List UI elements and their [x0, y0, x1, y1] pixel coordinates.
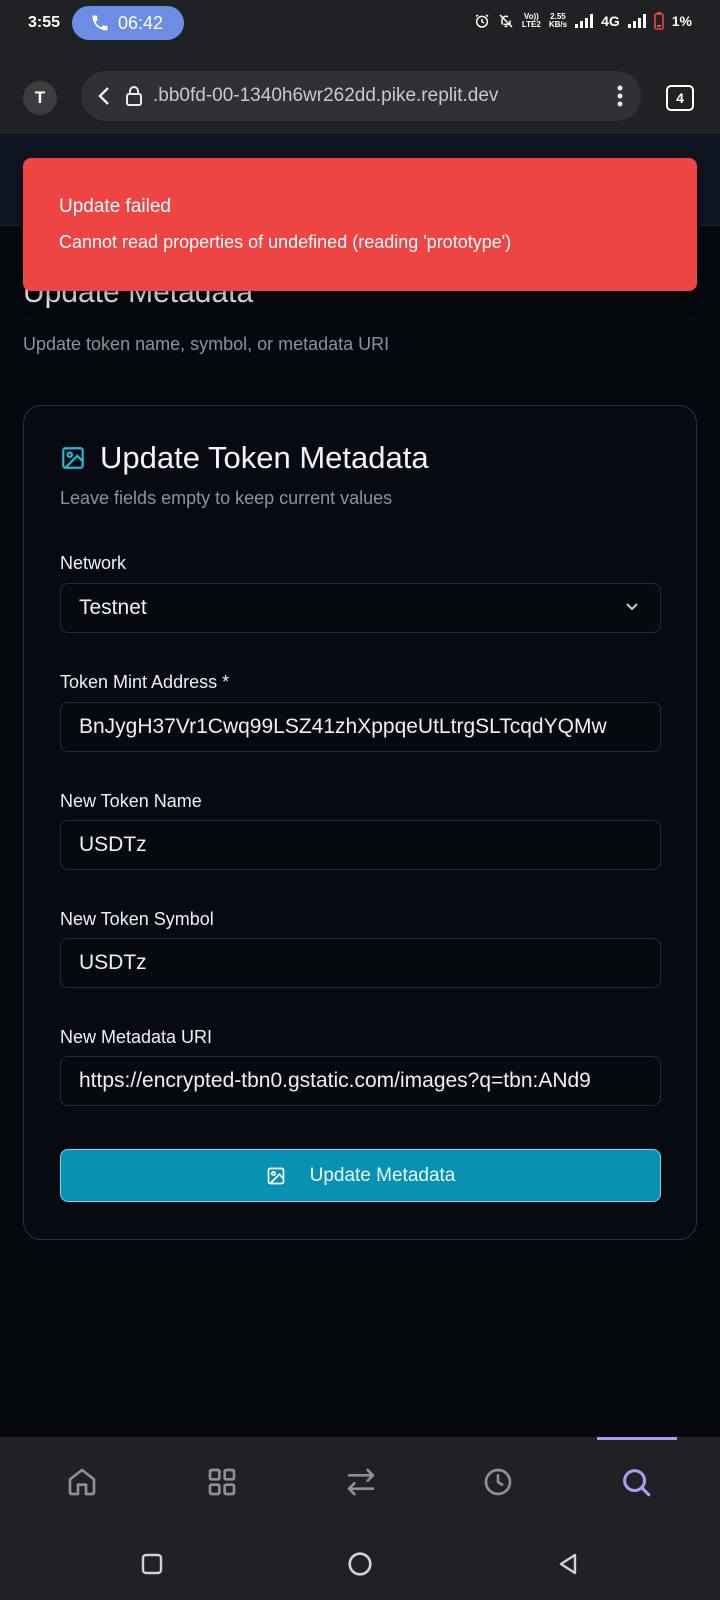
- network-speed: 2.55 KB/s: [548, 12, 568, 29]
- more-vert-icon[interactable]: [617, 84, 623, 108]
- toast-message: Cannot read properties of undefined (rea…: [59, 232, 512, 252]
- token-name-label: New Token Name: [60, 791, 202, 811]
- update-metadata-button[interactable]: Update Metadata: [60, 1149, 661, 1202]
- nav-history[interactable]: [473, 1457, 523, 1507]
- status-indicators: Vo)) LTE2 2.55 KB/s 4G 1%: [474, 12, 692, 30]
- address-bar[interactable]: .bb0fd-00-1340h6wr262dd.pike.replit.dev: [81, 71, 641, 121]
- bottom-navigation: [0, 1437, 720, 1529]
- card-title: Update Token Metadata: [60, 440, 429, 476]
- nav-search[interactable]: [611, 1457, 661, 1507]
- mint-address-value: BnJygH37Vr1Cwq99LSZ41zhXppqeUtLtrgSLTcqd…: [79, 715, 607, 738]
- update-metadata-button-label: Update Metadata: [309, 1164, 456, 1186]
- image-icon: [62, 447, 84, 469]
- home-button[interactable]: [345, 1549, 375, 1579]
- profile-avatar[interactable]: T: [23, 81, 57, 115]
- phone-icon: [92, 15, 108, 31]
- token-name-input[interactable]: USDTz: [60, 820, 661, 870]
- search-icon: [623, 1469, 651, 1497]
- network-select[interactable]: Testnet: [60, 583, 661, 633]
- active-tab-indicator: [597, 1437, 677, 1440]
- back-triangle-icon: [559, 1553, 577, 1575]
- card-description: Leave fields empty to keep current value…: [60, 488, 393, 508]
- nav-home[interactable]: [57, 1457, 107, 1507]
- mint-address-label: Token Mint Address *: [60, 672, 230, 692]
- network-label: Network: [60, 553, 127, 573]
- token-symbol-label: New Token Symbol: [60, 909, 214, 929]
- chevron-left-icon[interactable]: [97, 86, 111, 106]
- volte-indicator: Vo)) LTE2: [521, 12, 541, 29]
- url-text[interactable]: .bb0fd-00-1340h6wr262dd.pike.replit.dev: [153, 85, 498, 107]
- token-symbol-value: USDTz: [79, 951, 147, 974]
- page-subtitle: Update token name, symbol, or metadata U…: [23, 334, 390, 354]
- swap-icon: [347, 1468, 375, 1496]
- metadata-uri-input[interactable]: https://encrypted-tbn0.gstatic.com/image…: [60, 1056, 661, 1106]
- chevron-down-icon: [626, 603, 638, 611]
- lock-icon: [126, 86, 142, 106]
- nav-dashboard[interactable]: [197, 1457, 247, 1507]
- update-metadata-card: Update Token Metadata Leave fields empty…: [23, 405, 697, 1240]
- home-icon: [68, 1468, 96, 1496]
- mint-address-input[interactable]: BnJygH37Vr1Cwq99LSZ41zhXppqeUtLtrgSLTcqd…: [60, 702, 661, 752]
- card-title-text: Update Token Metadata: [100, 440, 429, 475]
- nav-swap[interactable]: [336, 1457, 386, 1507]
- back-button[interactable]: [553, 1549, 583, 1579]
- signal-icon-2: [627, 14, 646, 28]
- network-type: 4G: [601, 13, 620, 29]
- history-icon: [484, 1468, 512, 1496]
- toast-title: Update failed: [59, 196, 171, 217]
- signal-icon: [575, 14, 594, 28]
- token-symbol-input[interactable]: USDTz: [60, 938, 661, 988]
- alarm-icon: [475, 14, 489, 28]
- notifications-off-icon: [499, 14, 513, 28]
- system-navigation-bar: [0, 1529, 720, 1600]
- token-name-value: USDTz: [79, 833, 147, 856]
- grid-icon: [208, 1468, 236, 1496]
- ongoing-call-pill[interactable]: 06:42: [72, 6, 184, 40]
- home-circle-icon: [348, 1552, 372, 1576]
- image-icon: [267, 1167, 284, 1184]
- tab-switcher-button[interactable]: 4: [666, 85, 694, 111]
- status-time: 3:55: [28, 14, 61, 31]
- browser-toolbar: T .bb0fd-00-1340h6wr262dd.pike.replit.de…: [0, 46, 720, 134]
- error-toast[interactable]: Update failed Cannot read properties of …: [23, 158, 697, 291]
- recents-button[interactable]: [137, 1549, 167, 1579]
- metadata-uri-value: https://encrypted-tbn0.gstatic.com/image…: [79, 1069, 591, 1092]
- call-duration: 06:42: [118, 12, 164, 33]
- network-value: Testnet: [79, 596, 147, 619]
- recents-icon: [141, 1553, 163, 1575]
- metadata-uri-label: New Metadata URI: [60, 1027, 213, 1047]
- battery-low-icon: [653, 12, 664, 30]
- status-bar: 3:55 06:42 Vo)) LTE2 2.55 KB/s 4G 1%: [0, 0, 720, 46]
- battery-level: 1%: [671, 13, 692, 29]
